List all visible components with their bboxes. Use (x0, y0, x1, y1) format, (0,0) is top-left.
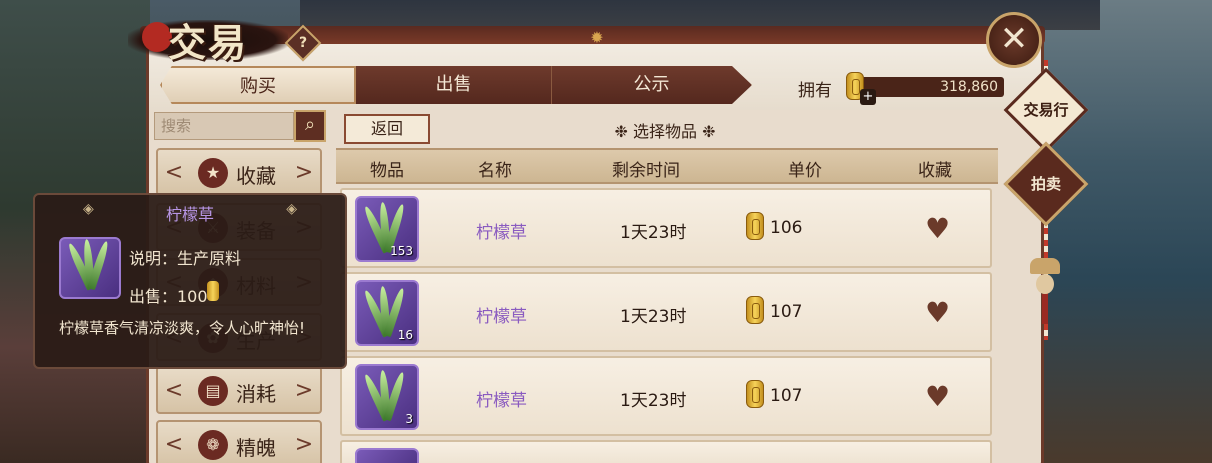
item-tooltip: ◈ 柠檬草 ◈ 说明：生产原料 出售：100 柠檬草香气清凉淡爽，令人心旷神怡! (33, 193, 347, 369)
table-row[interactable]: 3 柠檬草 1天23时 107 ♥ (340, 356, 992, 436)
category-label: 精魄 (236, 436, 276, 460)
item-name: 柠檬草 (476, 391, 527, 411)
lemongrass-icon (59, 237, 121, 299)
column-header-item: 物品 (370, 161, 404, 181)
question-icon: ? (298, 35, 308, 51)
close-button[interactable]: ✕ (986, 12, 1042, 68)
unit-price: 106 (770, 218, 803, 238)
category-label: 消耗 (236, 382, 276, 406)
lantern-icon (1030, 258, 1060, 328)
search-input[interactable]: 搜索 (154, 112, 294, 140)
unit-price: 107 (770, 386, 803, 406)
chevron-left-icon[interactable]: < (164, 160, 184, 185)
remaining-time: 1天23时 (620, 307, 687, 327)
item-quantity: 16 (397, 328, 413, 342)
background-scenery-right (1032, 0, 1212, 463)
lemongrass-icon[interactable]: 16 (355, 280, 419, 346)
coin-icon (207, 281, 219, 301)
add-currency-button[interactable]: + (860, 89, 876, 105)
favorite-heart-icon[interactable]: ♥ (925, 212, 950, 245)
tab-sell[interactable]: 出售 (356, 66, 552, 104)
item-name: 柠檬草 (476, 307, 527, 327)
chevron-right-icon[interactable]: > (294, 378, 314, 403)
category-consumables[interactable]: < ▤ 消耗 > (156, 366, 322, 414)
chevron-right-icon[interactable]: > (294, 160, 314, 185)
category-spirit[interactable]: < ❁ 精魄 > (156, 420, 322, 463)
lemongrass-icon[interactable]: 153 (355, 196, 419, 262)
tab-buy[interactable]: 购买 (160, 66, 356, 104)
remaining-time: 1天23时 (620, 391, 687, 411)
ornament-icon: ✹ (590, 28, 604, 47)
lemongrass-icon[interactable] (355, 448, 419, 463)
unit-price: 107 (770, 302, 803, 322)
tooltip-sale-price: 出售：100 (129, 287, 208, 306)
lemongrass-icon[interactable]: 3 (355, 364, 419, 430)
chevron-left-icon[interactable]: < (164, 378, 184, 403)
tab-bar: 购买 出售 公示 (160, 66, 752, 106)
item-quantity: 3 (405, 412, 413, 426)
coin-icon (746, 380, 764, 408)
category-favorites[interactable]: < ★ 收藏 > (156, 148, 322, 196)
table-header: 物品 名称 剩余时间 单价 收藏 (336, 148, 998, 184)
cards-icon: ▤ (198, 376, 228, 406)
table-row[interactable] (340, 440, 992, 463)
remaining-time: 1天23时 (620, 223, 687, 243)
ornament-right-icon: ◈ (286, 201, 297, 217)
trade-house-label: 交易行 (1023, 101, 1069, 119)
column-header-favorite[interactable]: 收藏 (918, 156, 952, 181)
table-row[interactable]: 16 柠檬草 1天23时 107 ♥ (340, 272, 992, 352)
table-row[interactable]: 153 柠檬草 1天23时 106 ♥ (340, 188, 992, 268)
favorite-heart-icon[interactable]: ♥ (925, 380, 950, 413)
coin-icon (746, 296, 764, 324)
star-icon: ★ (198, 158, 228, 188)
tooltip-flavor-text: 柠檬草香气清凉淡爽，令人心旷神怡! (59, 319, 306, 337)
chevron-left-icon[interactable]: < (164, 432, 184, 457)
column-header-price: 单价 (788, 161, 822, 181)
title-area: 交易 (118, 6, 298, 66)
tab-public[interactable]: 公示 (552, 66, 752, 104)
category-label: 收藏 (236, 164, 276, 188)
currency-amount: 318,860 (860, 77, 1004, 97)
item-quantity: 153 (390, 244, 413, 258)
flower-icon: ❁ (198, 430, 228, 460)
column-header-time: 剩余时间 (612, 161, 680, 181)
section-title: ❉ 选择物品 ❉ (614, 122, 716, 141)
search-button[interactable]: ⌕ (294, 110, 326, 142)
column-header-name: 名称 (478, 161, 512, 181)
auction-label: 拍卖 (1030, 175, 1061, 193)
currency-label: 拥有 (798, 81, 832, 101)
item-name: 柠檬草 (476, 223, 527, 243)
page-title: 交易 (168, 20, 249, 65)
favorite-heart-icon[interactable]: ♥ (925, 296, 950, 329)
tooltip-title: 柠檬草 (165, 205, 214, 224)
tooltip-description: 说明：生产原料 (129, 249, 242, 268)
coin-icon (746, 212, 764, 240)
back-button[interactable]: 返回 (344, 114, 430, 144)
chevron-right-icon[interactable]: > (294, 432, 314, 457)
search-icon: ⌕ (304, 114, 316, 135)
